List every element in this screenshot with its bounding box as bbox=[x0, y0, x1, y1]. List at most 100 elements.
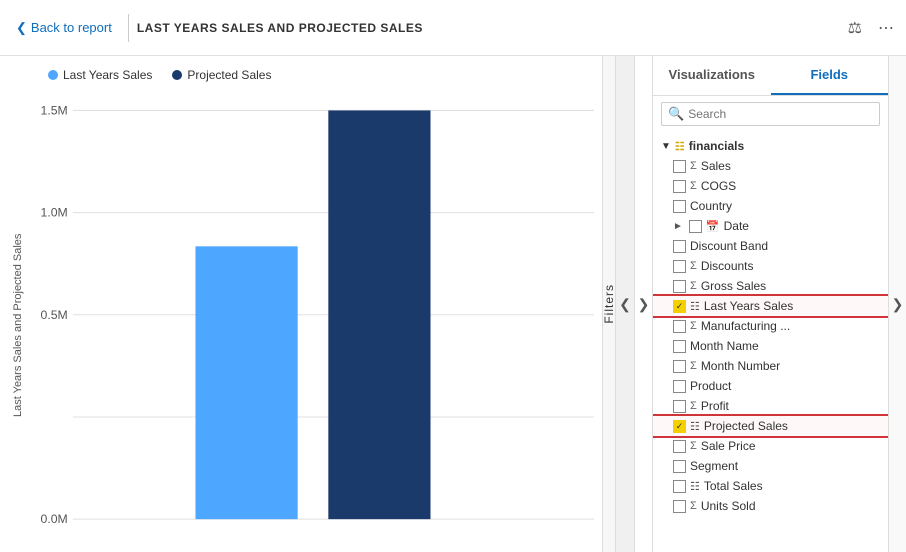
svg-text:0.0M: 0.0M bbox=[41, 512, 68, 526]
checkbox-total-sales[interactable] bbox=[673, 480, 686, 493]
checkbox-units-sold[interactable] bbox=[673, 500, 686, 513]
field-item-total-sales[interactable]: ☷ Total Sales bbox=[653, 476, 888, 496]
field-label-units-sold: Units Sold bbox=[701, 499, 756, 513]
checkbox-cogs[interactable] bbox=[673, 180, 686, 193]
field-group-financials[interactable]: ▼ ☷ financials bbox=[653, 136, 888, 156]
legend-item-projected: Projected Sales bbox=[172, 68, 271, 82]
field-item-country[interactable]: Country bbox=[653, 196, 888, 216]
field-item-projected-sales[interactable]: ☷ Projected Sales bbox=[653, 416, 888, 436]
sigma-icon-sale-price: Σ bbox=[690, 440, 697, 452]
checkbox-last-years-sales[interactable] bbox=[673, 300, 686, 313]
main-content: Last Years Sales Projected Sales Last Ye… bbox=[0, 56, 906, 552]
svg-text:0.5M: 0.5M bbox=[41, 308, 68, 322]
legend-dot-last-years bbox=[48, 70, 58, 80]
sigma-icon-sales: Σ bbox=[690, 160, 697, 172]
checkbox-discounts[interactable] bbox=[673, 260, 686, 273]
tab-visualizations[interactable]: Visualizations bbox=[653, 56, 771, 95]
checkbox-date[interactable] bbox=[689, 220, 702, 233]
checkbox-month-name[interactable] bbox=[673, 340, 686, 353]
field-item-sales[interactable]: Σ Sales bbox=[653, 156, 888, 176]
filters-panel[interactable]: Filters bbox=[602, 56, 616, 552]
tab-fields-label: Fields bbox=[810, 67, 848, 82]
field-item-discount-band[interactable]: Discount Band bbox=[653, 236, 888, 256]
field-item-last-years-sales[interactable]: ☷ Last Years Sales bbox=[653, 296, 888, 316]
nav-arrow-fields-right[interactable]: ❯ bbox=[888, 56, 906, 552]
field-item-month-number[interactable]: Σ Month Number bbox=[653, 356, 888, 376]
checkbox-discount-band[interactable] bbox=[673, 240, 686, 253]
table-icon-projected: ☷ bbox=[690, 420, 700, 433]
back-label: Back to report bbox=[31, 20, 112, 35]
table-icon-total-sales: ☷ bbox=[690, 480, 700, 493]
legend-label-projected: Projected Sales bbox=[187, 68, 271, 82]
field-item-gross-sales[interactable]: Σ Gross Sales bbox=[653, 276, 888, 296]
right-arrow-icon: ❯ bbox=[638, 296, 650, 313]
field-item-month-name[interactable]: Month Name bbox=[653, 336, 888, 356]
report-title: LAST YEARS SALES AND PROJECTED SALES bbox=[137, 21, 423, 35]
group-arrow-icon: ▼ bbox=[661, 141, 671, 152]
table-group-icon: ☷ bbox=[675, 140, 685, 153]
field-item-units-sold[interactable]: Σ Units Sold bbox=[653, 496, 888, 516]
fields-tabs: Visualizations Fields bbox=[653, 56, 888, 96]
checkbox-country[interactable] bbox=[673, 200, 686, 213]
svg-text:1.5M: 1.5M bbox=[41, 104, 68, 118]
nav-arrow-right[interactable]: ❯ bbox=[634, 56, 652, 552]
sigma-icon-discounts: Σ bbox=[690, 260, 697, 272]
checkbox-sales[interactable] bbox=[673, 160, 686, 173]
sigma-icon-gross-sales: Σ bbox=[690, 280, 697, 292]
sigma-icon-units-sold: Σ bbox=[690, 500, 697, 512]
field-label-product: Product bbox=[690, 379, 731, 393]
fields-right-arrow-icon: ❯ bbox=[892, 296, 904, 313]
tab-fields[interactable]: Fields bbox=[771, 56, 889, 95]
field-item-cogs[interactable]: Σ COGS bbox=[653, 176, 888, 196]
field-item-segment[interactable]: Segment bbox=[653, 456, 888, 476]
field-label-gross-sales: Gross Sales bbox=[701, 279, 766, 293]
checkbox-profit[interactable] bbox=[673, 400, 686, 413]
checkbox-gross-sales[interactable] bbox=[673, 280, 686, 293]
calendar-icon-date: 📅 bbox=[706, 220, 720, 233]
field-item-sale-price[interactable]: Σ Sale Price bbox=[653, 436, 888, 456]
checkbox-month-number[interactable] bbox=[673, 360, 686, 373]
legend-label-last-years: Last Years Sales bbox=[63, 68, 152, 82]
field-item-product[interactable]: Product bbox=[653, 376, 888, 396]
back-arrow-icon: ❮ bbox=[16, 20, 27, 36]
field-label-discount-band: Discount Band bbox=[690, 239, 768, 253]
search-input[interactable] bbox=[688, 107, 873, 121]
filters-label[interactable]: Filters bbox=[602, 284, 616, 324]
field-label-cogs: COGS bbox=[701, 179, 736, 193]
sigma-icon-profit: Σ bbox=[690, 400, 697, 412]
chart-inner: 1.5M 1.0M 0.5M 0.0M bbox=[28, 90, 602, 552]
field-item-discounts[interactable]: Σ Discounts bbox=[653, 256, 888, 276]
field-label-profit: Profit bbox=[701, 399, 729, 413]
left-arrow-icon: ❮ bbox=[619, 296, 631, 313]
bar-last-years[interactable] bbox=[195, 246, 297, 519]
sigma-icon-cogs: Σ bbox=[690, 180, 697, 192]
nav-arrow-left[interactable]: ❮ bbox=[616, 56, 634, 552]
sigma-icon-manufacturing: Σ bbox=[690, 320, 697, 332]
checkbox-product[interactable] bbox=[673, 380, 686, 393]
field-item-date[interactable]: ► 📅 Date bbox=[653, 216, 888, 236]
filter-icon[interactable]: ⚖ bbox=[844, 14, 866, 42]
bar-projected[interactable] bbox=[328, 110, 430, 519]
y-axis-label: Last Years Sales and Projected Sales bbox=[8, 90, 28, 552]
chart-wrapper: Last Years Sales and Projected Sales 1.5… bbox=[8, 90, 602, 552]
field-label-last-years-sales: Last Years Sales bbox=[704, 299, 793, 313]
checkbox-projected-sales[interactable] bbox=[673, 420, 686, 433]
chart-svg: 1.5M 1.0M 0.5M 0.0M bbox=[32, 90, 594, 552]
more-options-icon[interactable]: ⋯ bbox=[874, 14, 898, 42]
checkbox-sale-price[interactable] bbox=[673, 440, 686, 453]
field-label-manufacturing: Manufacturing ... bbox=[701, 319, 790, 333]
field-item-manufacturing[interactable]: Σ Manufacturing ... bbox=[653, 316, 888, 336]
table-icon-last-years: ☷ bbox=[690, 300, 700, 313]
back-to-report-button[interactable]: ❮ Back to report bbox=[8, 16, 120, 40]
field-label-sale-price: Sale Price bbox=[701, 439, 756, 453]
field-label-sales: Sales bbox=[701, 159, 731, 173]
field-label-month-number: Month Number bbox=[701, 359, 780, 373]
top-bar: ❮ Back to report LAST YEARS SALES AND PR… bbox=[0, 0, 906, 56]
checkbox-segment[interactable] bbox=[673, 460, 686, 473]
legend-dot-projected bbox=[172, 70, 182, 80]
field-item-profit[interactable]: Σ Profit bbox=[653, 396, 888, 416]
checkbox-manufacturing[interactable] bbox=[673, 320, 686, 333]
title-divider bbox=[128, 14, 129, 42]
field-label-discounts: Discounts bbox=[701, 259, 754, 273]
expand-arrow-icon: ► bbox=[673, 221, 683, 232]
